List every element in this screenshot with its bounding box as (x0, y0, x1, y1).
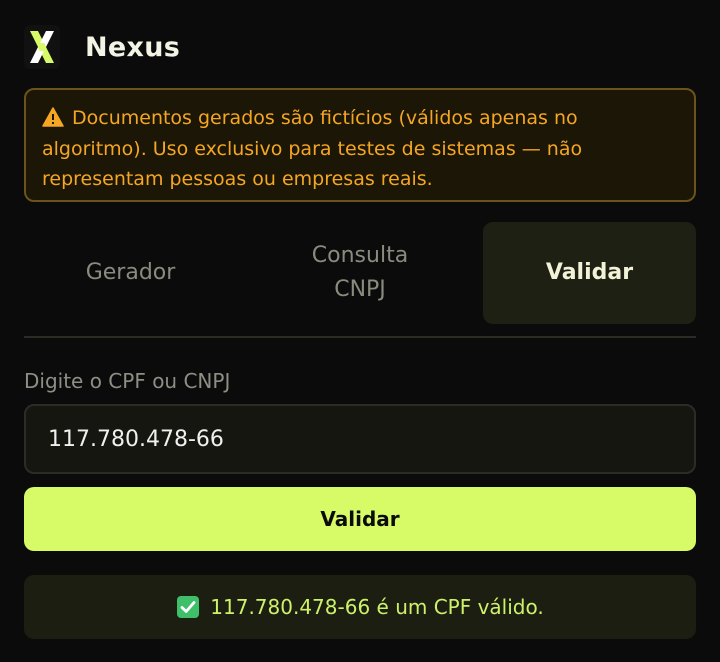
check-icon (176, 595, 200, 619)
warning-icon (42, 106, 64, 127)
x-logo-icon (24, 25, 60, 69)
validation-result: 117.780.478-66 é um CPF válido. (24, 575, 696, 639)
app-container: Nexus Documentos gerados são fictícios (… (24, 0, 696, 639)
tab-divider (24, 336, 696, 338)
disclaimer-text: Documentos gerados são fictícios (válido… (42, 107, 583, 190)
tab-gerador[interactable]: Gerador (24, 222, 237, 324)
result-text: 117.780.478-66 é um CPF válido. (210, 595, 544, 619)
disclaimer-banner: Documentos gerados são fictícios (válido… (24, 88, 696, 202)
validate-button[interactable]: Validar (24, 487, 696, 551)
tab-validar[interactable]: Validar (483, 222, 696, 324)
brand-name: Nexus (85, 31, 181, 63)
document-field-label: Digite o CPF ou CNPJ (24, 369, 231, 393)
app-header: Nexus (24, 0, 696, 94)
tab-bar: Gerador Consulta CNPJ Validar (24, 222, 696, 324)
tab-consulta-cnpj[interactable]: Consulta CNPJ (237, 222, 483, 324)
tab-consulta-cnpj-label: Consulta CNPJ (311, 243, 409, 302)
document-input[interactable] (24, 404, 696, 474)
